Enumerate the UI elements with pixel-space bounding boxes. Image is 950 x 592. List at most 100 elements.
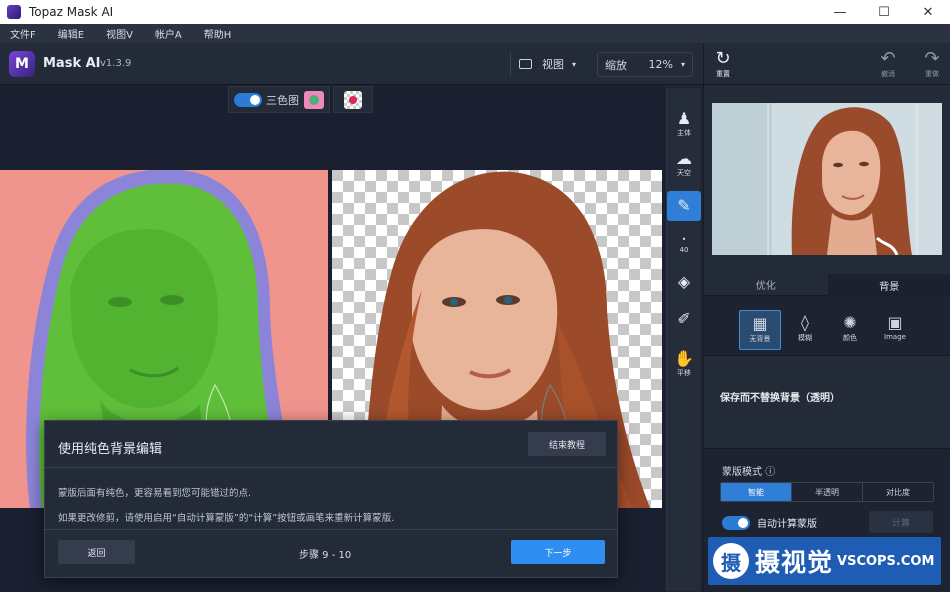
bg-option-none-label: 无背景	[749, 335, 771, 343]
window-controls: — ☐ ✕	[818, 0, 950, 24]
tab-refine[interactable]: 优化	[704, 274, 828, 296]
close-icon[interactable]: ✕	[906, 0, 950, 24]
reset-button[interactable]: ↻ 重置	[708, 49, 738, 79]
compute-button[interactable]: 计算	[869, 511, 933, 533]
menu-bar: 文件F 编辑E 视图V 帐户A 帮助H	[0, 24, 950, 43]
end-tutorial-button[interactable]: 结束教程	[528, 432, 606, 456]
window-title: Topaz Mask AI	[29, 5, 114, 19]
top-toolbar: M Mask AI v1.3.9 视图 ▾ 缩放 12% ▾	[0, 43, 703, 85]
redo-label: 重做	[925, 70, 939, 78]
dialog-divider-bottom	[45, 529, 617, 530]
dialog-divider	[45, 467, 617, 468]
sky-tool-label: 天空	[677, 169, 691, 177]
fill-bucket-icon: ◈	[677, 272, 691, 291]
eyedropper-tool[interactable]: ✐	[667, 310, 701, 328]
pan-tool[interactable]: ✋ 平移	[667, 350, 701, 378]
drop-icon: ◊	[801, 313, 809, 332]
view-icon	[519, 59, 532, 69]
navigator-preview[interactable]	[712, 103, 942, 255]
undo-label: 撤消	[881, 70, 895, 78]
app-version: v1.3.9	[100, 58, 132, 69]
title-bar: Topaz Mask AI — ☐ ✕	[0, 0, 950, 24]
help-icon[interactable]: ⓘ	[765, 467, 775, 478]
back-button[interactable]: 返回	[58, 540, 135, 564]
watermark-logo: 摄 摄视觉 VSCOPS.COM	[708, 537, 941, 585]
mask-mode-segmented: 智能 半透明 对比度	[720, 482, 934, 502]
tricolor-swatch-icon[interactable]	[304, 90, 324, 109]
menu-view[interactable]: 视图V	[106, 26, 133, 41]
bg-option-color[interactable]: ✺ 颜色	[829, 310, 871, 350]
dialog-text-2: 如果更改修剪，请使用启用“自动计算蒙版”的“计算”按钮或画笔来重新计算蒙版.	[58, 513, 395, 524]
pan-tool-label: 平移	[677, 369, 691, 377]
sky-icon: ☁	[676, 149, 692, 168]
tricolor-toggle-group: 三色图	[228, 86, 330, 113]
undo-button[interactable]: ↶ 撤消	[873, 49, 903, 79]
brush-size-tool[interactable]: • 40	[667, 234, 701, 254]
image-icon: ▣	[887, 313, 903, 332]
bg-option-none[interactable]: ▦ 无背景	[739, 310, 781, 350]
redo-icon: ↷	[924, 48, 940, 69]
auto-compute-label: 自动计算蒙版	[757, 519, 817, 530]
dialog-title: 使用纯色背景编辑	[58, 442, 163, 457]
tutorial-dialog: 使用纯色背景编辑 结束教程 蒙版后面有纯色，更容易看到您可能错过的点. 如果更改…	[44, 420, 618, 578]
menu-edit[interactable]: 编辑E	[58, 26, 84, 41]
bg-option-color-label: 颜色	[843, 334, 857, 342]
mask-mode-contrast[interactable]: 对比度	[863, 483, 933, 501]
brush-size-label: 40	[679, 246, 689, 254]
watermark-logo-icon: 摄	[713, 543, 749, 579]
fill-tool[interactable]: ◈	[667, 273, 701, 291]
brush-size-icon: •	[681, 235, 687, 244]
bg-option-image-label: Image	[884, 333, 906, 341]
hand-icon: ✋	[674, 349, 694, 368]
person-icon: ♟	[676, 109, 692, 128]
zoom-select[interactable]: 缩放 12% ▾	[597, 52, 693, 77]
brush-icon: ✎	[677, 196, 691, 215]
menu-file[interactable]: 文件F	[10, 26, 36, 41]
zoom-value: 12%	[648, 58, 673, 71]
maximize-icon[interactable]: ☐	[862, 0, 906, 24]
view-button[interactable]: 视图 ▾	[510, 52, 584, 76]
background-options: ▦ 无背景 ◊ 模糊 ✺ 颜色 ▣ Image	[704, 296, 950, 356]
redo-button[interactable]: ↷ 重做	[917, 49, 947, 79]
view-label: 视图	[542, 58, 564, 71]
mask-mode-label: 蒙版模式 ⓘ	[722, 463, 775, 478]
tool-strip: ♟ 主体 ☁ 天空 ✎ • 40 ◈ ✐ ✋ 平移	[666, 88, 701, 591]
reset-icon: ↻	[715, 48, 731, 69]
next-button[interactable]: 下一步	[511, 540, 605, 564]
sky-tool[interactable]: ☁ 天空	[667, 150, 701, 178]
background-swatch-group	[333, 86, 373, 113]
mask-mode-translucent[interactable]: 半透明	[792, 483, 863, 501]
subject-tool[interactable]: ♟ 主体	[667, 110, 701, 138]
preview-thumbnail-image	[712, 103, 942, 255]
panel-tabs: 优化 背景	[704, 274, 950, 296]
chevron-down-icon: ▾	[680, 60, 685, 69]
eyedropper-icon: ✐	[677, 309, 691, 328]
app-name: Mask AI	[43, 56, 101, 71]
menu-account[interactable]: 帐户A	[155, 26, 182, 41]
background-color-icon[interactable]	[344, 90, 362, 109]
chevron-down-icon: ▾	[572, 59, 577, 69]
minimize-icon[interactable]: —	[818, 0, 862, 24]
bg-option-blur[interactable]: ◊ 模糊	[784, 310, 826, 350]
app-logo-icon	[7, 5, 21, 19]
menu-help[interactable]: 帮助H	[204, 26, 232, 41]
auto-compute-row: 自动计算蒙版	[722, 515, 817, 530]
dialog-text-1: 蒙版后面有纯色，更容易看到您可能错过的点.	[58, 488, 252, 499]
reset-label: 重置	[716, 70, 730, 78]
brush-tool[interactable]: ✎	[667, 191, 701, 221]
bg-option-blur-label: 模糊	[798, 334, 812, 342]
step-indicator: 步骤 9 - 10	[299, 550, 352, 561]
mask-mode-smart[interactable]: 智能	[721, 483, 792, 501]
mask-mode-label-text: 蒙版模式	[722, 467, 762, 478]
watermark-en-text: VSCOPS.COM	[837, 553, 935, 569]
palette-icon: ✺	[843, 313, 857, 332]
tab-background[interactable]: 背景	[827, 274, 950, 296]
mask-ai-logo-icon: M	[9, 51, 35, 77]
history-toolbar: ↻ 重置 ↶ 撤消 ↷ 重做	[704, 43, 950, 85]
watermark-cn-text: 摄视觉	[755, 548, 834, 577]
bg-option-image[interactable]: ▣ Image	[874, 310, 916, 350]
auto-compute-toggle[interactable]	[722, 515, 750, 530]
tricolor-toggle[interactable]	[234, 92, 262, 107]
right-panel: ↻ 重置 ↶ 撤消 ↷ 重做 优化 背景 ▦ 无背景 ◊ 模糊 ✺ 颜色 ▣ I…	[703, 43, 950, 592]
undo-icon: ↶	[880, 48, 896, 69]
